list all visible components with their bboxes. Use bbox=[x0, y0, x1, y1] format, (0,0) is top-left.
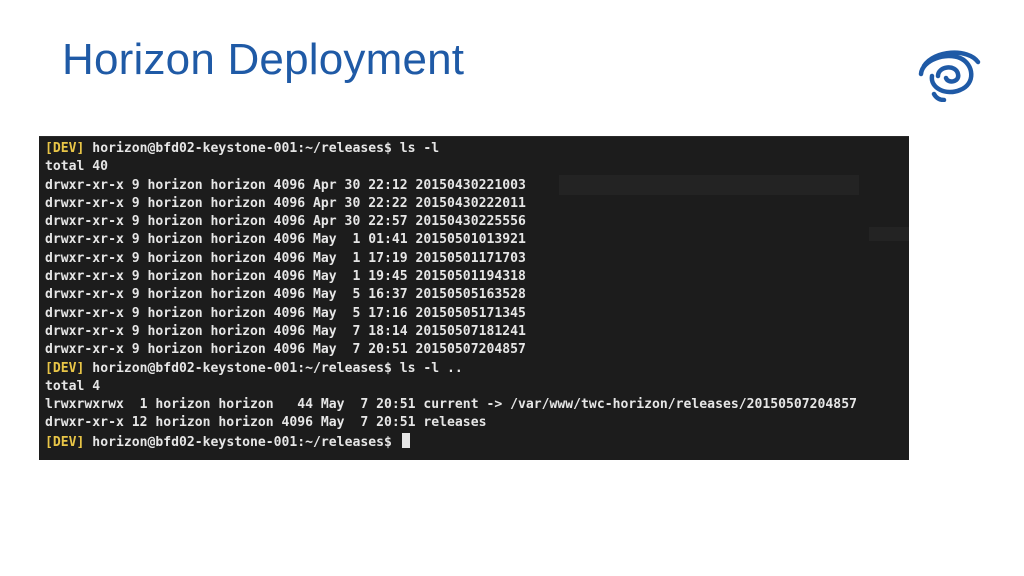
terminal-output-line: drwxr-xr-x 9 horizon horizon 4096 Apr 30… bbox=[45, 213, 857, 231]
terminal-cursor[interactable] bbox=[401, 432, 410, 448]
background-window-artifact bbox=[869, 227, 909, 241]
terminal-line-text: drwxr-xr-x 9 horizon horizon 4096 May 1 … bbox=[45, 269, 526, 285]
terminal-line-text: drwxr-xr-x 9 horizon horizon 4096 May 1 … bbox=[45, 250, 526, 266]
terminal-output-line: drwxr-xr-x 9 horizon horizon 4096 Apr 30… bbox=[45, 195, 857, 213]
terminal-prompt-line: [DEV] horizon@bfd02-keystone-001:~/relea… bbox=[45, 360, 857, 378]
environment-tag: [DEV] bbox=[45, 141, 85, 156]
terminal-output-line: drwxr-xr-x 9 horizon horizon 4096 May 5 … bbox=[45, 305, 857, 323]
terminal-line-text: horizon@bfd02-keystone-001:~/releases$ bbox=[84, 434, 400, 450]
terminal-line-text: drwxr-xr-x 12 horizon horizon 4096 May 7… bbox=[45, 415, 487, 431]
terminal-output-line: drwxr-xr-x 9 horizon horizon 4096 May 1 … bbox=[45, 250, 857, 268]
terminal-line-text: drwxr-xr-x 9 horizon horizon 4096 Apr 30… bbox=[45, 214, 526, 230]
terminal-prompt-line: [DEV] horizon@bfd02-keystone-001:~/relea… bbox=[45, 432, 857, 451]
terminal-output-line: total 4 bbox=[45, 378, 857, 396]
terminal-line-text: drwxr-xr-x 9 horizon horizon 4096 Apr 30… bbox=[45, 195, 526, 211]
terminal-prompt-line: [DEV] horizon@bfd02-keystone-001:~/relea… bbox=[45, 140, 857, 158]
terminal-line-text: drwxr-xr-x 9 horizon horizon 4096 May 7 … bbox=[45, 342, 526, 358]
terminal-output-line: lrwxrwxrwx 1 horizon horizon 44 May 7 20… bbox=[45, 396, 857, 414]
terminal-output-line: total 40 bbox=[45, 158, 857, 176]
terminal-line-text: drwxr-xr-x 9 horizon horizon 4096 May 7 … bbox=[45, 323, 526, 339]
slide-title: Horizon Deployment bbox=[62, 35, 465, 84]
environment-tag: [DEV] bbox=[45, 360, 85, 376]
terminal-line-text: total 4 bbox=[45, 378, 101, 394]
terminal-line-text: total 40 bbox=[45, 159, 109, 175]
terminal-window[interactable]: [DEV] horizon@bfd02-keystone-001:~/relea… bbox=[39, 136, 909, 460]
terminal-line-text: horizon@bfd02-keystone-001:~/releases$ l… bbox=[84, 141, 440, 156]
terminal-output-line: drwxr-xr-x 12 horizon horizon 4096 May 7… bbox=[45, 414, 857, 432]
terminal-line-text: drwxr-xr-x 9 horizon horizon 4096 Apr 30… bbox=[45, 177, 526, 193]
terminal-line-text: horizon@bfd02-keystone-001:~/releases$ l… bbox=[84, 360, 463, 376]
terminal-output-line: drwxr-xr-x 9 horizon horizon 4096 May 7 … bbox=[45, 323, 857, 341]
terminal-output: [DEV] horizon@bfd02-keystone-001:~/relea… bbox=[45, 140, 857, 451]
terminal-output-line: drwxr-xr-x 9 horizon horizon 4096 May 1 … bbox=[45, 231, 857, 249]
terminal-line-text: drwxr-xr-x 9 horizon horizon 4096 May 5 … bbox=[45, 305, 526, 321]
environment-tag: [DEV] bbox=[45, 434, 85, 450]
terminal-line-text: drwxr-xr-x 9 horizon horizon 4096 May 5 … bbox=[45, 287, 526, 303]
terminal-output-line: drwxr-xr-x 9 horizon horizon 4096 May 5 … bbox=[45, 286, 857, 304]
terminal-output-line: drwxr-xr-x 9 horizon horizon 4096 May 1 … bbox=[45, 268, 857, 286]
terminal-output-line: drwxr-xr-x 9 horizon horizon 4096 May 7 … bbox=[45, 341, 857, 359]
terminal-output-line: drwxr-xr-x 9 horizon horizon 4096 Apr 30… bbox=[45, 177, 857, 195]
swirl-eye-logo bbox=[918, 50, 981, 102]
terminal-line-text: lrwxrwxrwx 1 horizon horizon 44 May 7 20… bbox=[45, 397, 857, 413]
terminal-line-text: drwxr-xr-x 9 horizon horizon 4096 May 1 … bbox=[45, 232, 526, 248]
